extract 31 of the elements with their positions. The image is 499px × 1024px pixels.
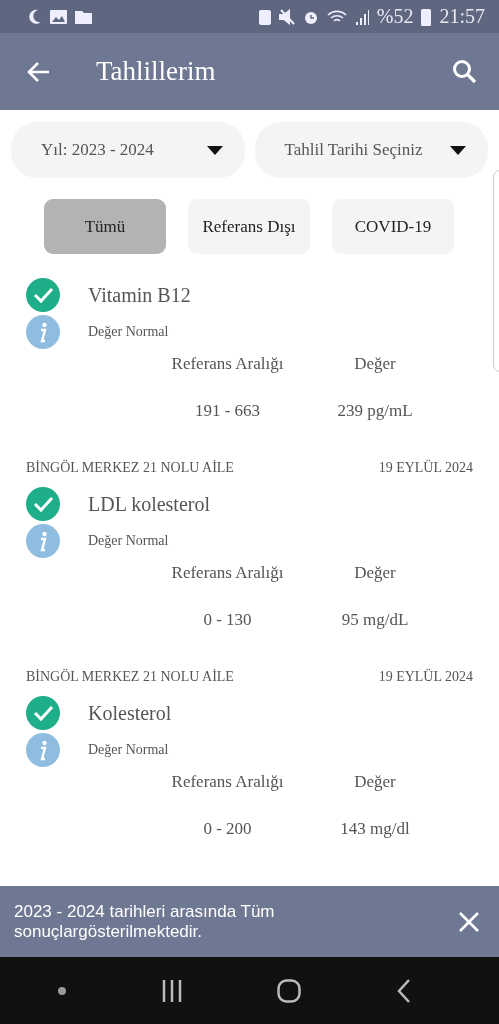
reference-range: 0 - 130 [202,609,253,631]
battery-percent: %52 [376,5,414,28]
test-name: Vitamin B12 [88,283,191,307]
clock-time: 21:57 [439,5,485,28]
column-label: Referans Aralığı [170,771,285,793]
filter-dropdown[interactable]: Tahlil Tarihi Seçiniz [254,122,488,178]
filter-tab[interactable]: COVID-19 [332,199,454,254]
snackbar-message: 2023 - 2024 tarihleri arasında Tüm sonuçlargösterilmektedir. [14,901,276,942]
column-label: Değer [353,562,397,584]
result-value: 95 mg/dL [340,609,410,631]
result-status: Değer Normal [88,533,169,549]
column-label: Değer [353,353,397,375]
lab-name: BİNGÖL MERKEZ 21 NOLU AİLE [26,669,234,686]
column-label: Değer [353,771,397,793]
screen-title: Tahlillerim [96,56,217,87]
test-name: LDL kolesterol [88,492,210,516]
column-label: Referans Aralığı [170,353,285,375]
result-status: Değer Normal [88,742,169,758]
result-value: 239 pg/mL [336,400,414,422]
filter-tab[interactable]: Referans Dışı [188,199,310,254]
result-status: Değer Normal [88,324,169,340]
reference-range: 191 - 663 [193,400,262,422]
test-name: Kolesterol [88,701,172,725]
column-label: Referans Aralığı [170,562,285,584]
filter-dropdown[interactable]: Yıl: 2023 - 2024 [11,122,245,178]
result-date: 19 EYLÜL 2024 [378,669,473,686]
reference-range: 0 - 200 [202,818,253,840]
result-date: 19 EYLÜL 2024 [378,460,473,477]
result-value: 143 mg/dl [339,818,411,840]
lab-name: BİNGÖL MERKEZ 21 NOLU AİLE [26,460,234,477]
filter-tab[interactable]: Tümü [44,199,166,254]
